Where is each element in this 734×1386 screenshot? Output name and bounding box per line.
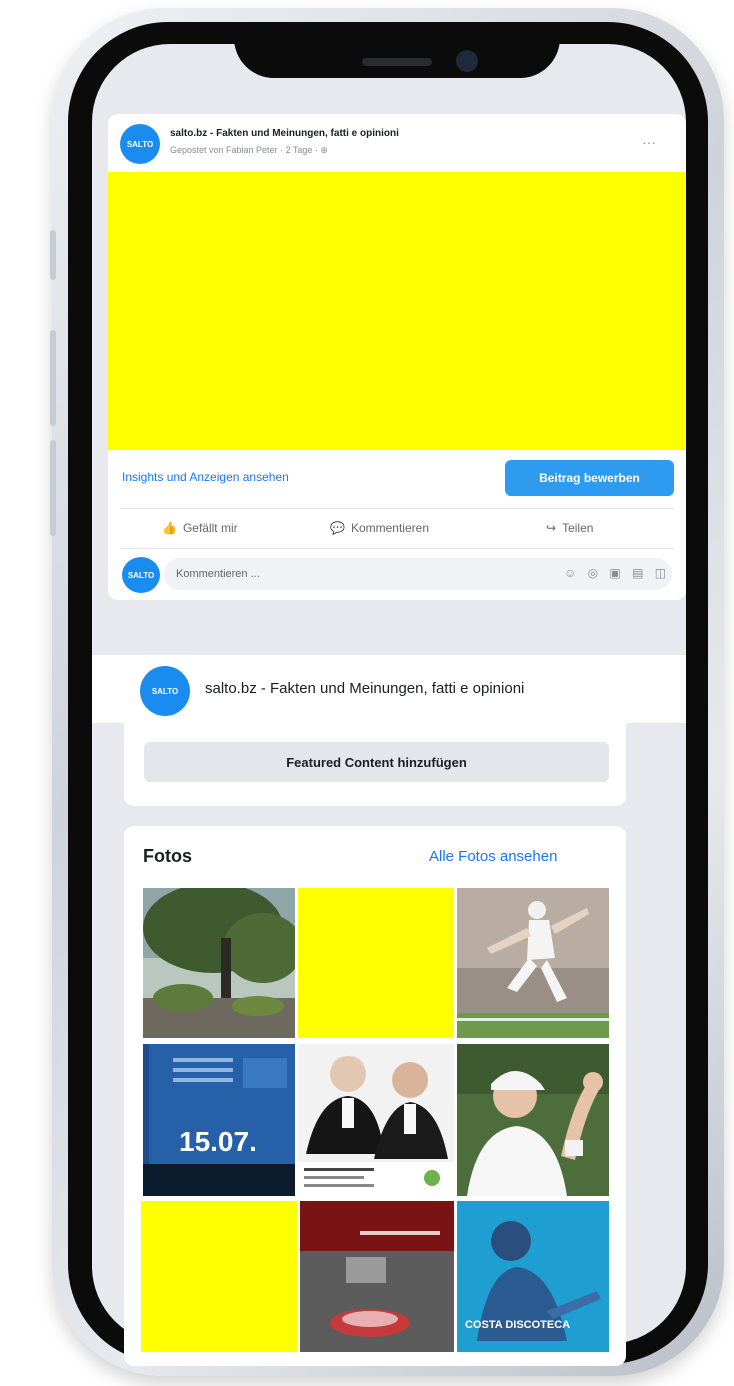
phone-notch	[234, 34, 560, 78]
photo-yellow-2[interactable]	[141, 1201, 297, 1352]
phone-side-button	[50, 230, 56, 280]
like-button[interactable]: 👍 Gefällt mir	[162, 521, 238, 535]
header-avatar[interactable]: SALTO	[140, 666, 190, 716]
music-event-caption: COSTA DISCOTECA	[465, 1319, 571, 1331]
more-options-icon[interactable]: ···	[642, 134, 656, 150]
photo-music-event[interactable]: COSTA DISCOTECA	[457, 1201, 609, 1352]
post-subtitle: Gepostet von Fabian Peter · 2 Tage · ⊕	[170, 145, 328, 155]
comment-label: Kommentieren	[350, 521, 429, 535]
phone-side-button	[50, 330, 56, 426]
phone-camera	[456, 50, 478, 72]
share-icon: ↪	[546, 521, 557, 535]
comment-tools-icons[interactable]: ☺ ◎ ▣ ▤ ◫	[564, 566, 670, 580]
comment-avatar: SALTO	[122, 557, 160, 593]
photos-title: Fotos	[143, 846, 192, 866]
like-label: Gefällt mir	[182, 521, 238, 535]
like-icon: 👍	[162, 521, 177, 535]
photo-tennis-2[interactable]	[457, 1044, 609, 1196]
header-page-name: salto.bz - Fakten und Meinungen, fatti e…	[205, 680, 525, 697]
photo-event-poster[interactable]: 15.07.	[143, 1044, 295, 1196]
promote-post-button[interactable]: Beitrag bewerben	[505, 460, 674, 496]
post-image[interactable]	[108, 172, 686, 450]
insights-link[interactable]: Insights und Anzeigen ansehen	[122, 470, 289, 484]
phone-side-button	[50, 440, 56, 536]
photo-tennis-1[interactable]	[457, 888, 609, 1038]
avatar-text: SALTO	[151, 686, 179, 696]
post-divider	[120, 508, 674, 509]
share-button[interactable]: ↪ Teilen	[546, 521, 593, 535]
post-divider	[120, 548, 674, 549]
post-page-name[interactable]: salto.bz - Fakten und Meinungen, fatti e…	[170, 128, 399, 139]
comment-placeholder: Kommentieren ...	[176, 568, 260, 580]
comment-icon: 💬	[330, 521, 345, 535]
photo-red-object[interactable]	[300, 1201, 454, 1352]
photo-two-men[interactable]	[298, 1044, 454, 1196]
photo-yellow[interactable]	[298, 888, 454, 1038]
see-all-photos-link[interactable]: Alle Fotos ansehen	[429, 848, 557, 865]
phone-speaker	[362, 58, 432, 66]
photo-tree[interactable]	[143, 888, 295, 1038]
comment-button[interactable]: 💬 Kommentieren	[330, 521, 429, 535]
share-label: Teilen	[562, 521, 594, 535]
post-avatar[interactable]: SALTO	[120, 124, 160, 164]
add-featured-content-button[interactable]: Featured Content hinzufügen	[144, 742, 609, 782]
event-date-text: 15.07.	[179, 1126, 257, 1157]
avatar-text: SALTO	[127, 570, 155, 580]
avatar-text: SALTO	[126, 139, 154, 149]
